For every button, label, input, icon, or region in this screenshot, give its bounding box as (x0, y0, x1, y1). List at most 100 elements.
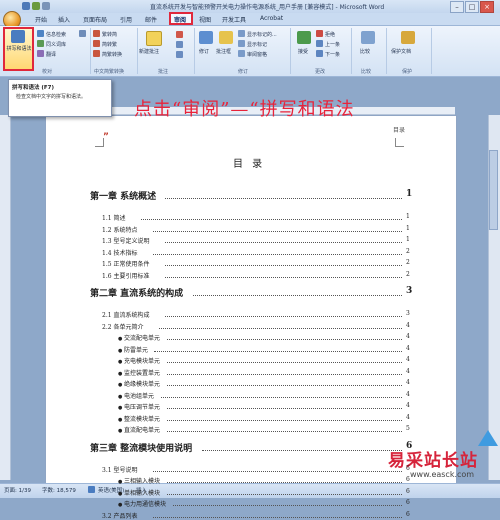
toc-leader-dots (165, 242, 402, 243)
toc-entry-bullet[interactable]: ● 单相输入模块 (118, 488, 160, 497)
previous-change-button[interactable]: 上一条 (325, 41, 340, 48)
reviewing-pane-button[interactable]: 审阅窗格 (247, 51, 267, 58)
maximize-button[interactable]: □ (465, 1, 479, 13)
toc-leader-dots (154, 350, 402, 352)
toc-entry-bullet[interactable]: ● 电力用通信模块 (118, 499, 166, 508)
accept-button[interactable]: 接受 (298, 48, 308, 55)
reject-icon (316, 30, 323, 37)
toc-entry-chapter[interactable]: 第一章 系统概述 (90, 189, 156, 202)
toc-page-number: 4 (406, 321, 410, 329)
toc-leader-dots (152, 516, 402, 518)
track-changes-button[interactable]: 修订 (199, 48, 209, 55)
protect-document-button[interactable]: 保护文档 (391, 48, 411, 55)
show-markup-dropdown[interactable]: 显示标记 (247, 41, 267, 48)
toc-entry-section[interactable]: 3.2 产品列表 (102, 511, 137, 520)
translate-icon (37, 50, 44, 57)
tab-mailings[interactable]: 邮件 (145, 15, 157, 24)
proofing-status-icon[interactable] (88, 486, 95, 493)
toc-entry-bullet[interactable]: ● 充电模块单元 (118, 356, 160, 365)
protect-document-icon (401, 31, 415, 44)
group-label-protect: 保护 (402, 69, 413, 75)
tab-home[interactable]: 开始 (35, 15, 47, 24)
display-for-review-dropdown[interactable]: 显示标记的... (247, 31, 277, 38)
toc-entry-bullet[interactable]: ● 三相输入模块 (118, 476, 160, 485)
status-page[interactable]: 页面: 1/39 (4, 486, 31, 494)
heading-mark: 目录 (393, 127, 406, 134)
next-comment-icon[interactable] (176, 51, 183, 58)
toc-entry-text: 充电模块单元 (123, 358, 160, 365)
translate-button[interactable]: 翻译 (46, 51, 56, 58)
save-icon[interactable] (22, 2, 30, 10)
toc-entry-section[interactable]: 1.3 型号定义说明 (102, 236, 149, 245)
track-changes-icon (199, 31, 213, 44)
toc-entry-bullet[interactable]: ● 电压调节单元 (118, 402, 160, 411)
tab-acrobat[interactable]: Acrobat (260, 15, 283, 22)
vertical-ruler[interactable] (0, 115, 11, 480)
toc-entry-section[interactable]: 1.6 主要引用标准 (102, 271, 149, 280)
tab-review[interactable]: 审阅 (174, 15, 186, 24)
thesaurus-button[interactable]: 同义词库 (46, 41, 66, 48)
toc-leader-dots (159, 327, 402, 329)
scrollbar-thumb[interactable] (489, 150, 498, 230)
toc-entry-section[interactable]: 1.1 简述 (102, 213, 125, 222)
toc-page-number: 4 (406, 367, 410, 375)
thesaurus-icon (37, 40, 44, 47)
toc-leader-dots (165, 265, 402, 266)
compare-button[interactable]: 比较 (360, 48, 370, 55)
toc-leader-dots (166, 408, 402, 409)
toc-leader-dots (166, 362, 402, 363)
toc-page-number: 3 (406, 310, 410, 317)
previous-change-icon (316, 40, 323, 47)
toc-leader-dots (152, 470, 402, 472)
toc-entry-section[interactable]: 2.2 各单元简介 (102, 322, 143, 331)
tab-insert[interactable]: 插入 (58, 15, 70, 24)
close-button[interactable]: × (480, 1, 494, 13)
convert-button[interactable]: 简繁转换 (102, 51, 122, 58)
balloons-icon (219, 31, 233, 44)
status-words[interactable]: 字数: 18,579 (42, 486, 76, 494)
to-traditional-button[interactable]: 简转繁 (102, 41, 117, 48)
show-markup-icon (238, 40, 245, 47)
toc-entry-section[interactable]: 1.5 正常使用条件 (102, 259, 149, 268)
toc-entry-bullet[interactable]: ● 直流配电单元 (118, 425, 160, 434)
toc-entry-chapter[interactable]: 第二章 直流系统的构成 (90, 286, 183, 299)
reject-button[interactable]: 拒绝 (325, 31, 335, 38)
delete-comment-icon[interactable] (176, 31, 183, 38)
undo-icon[interactable] (32, 2, 40, 10)
toc-leader-dots (172, 505, 402, 506)
tooltip-title: 拼写和语法 (F7) (12, 85, 55, 91)
toc-entry-bullet[interactable]: ● 防雷单元 (118, 345, 148, 354)
toc-entry-bullet[interactable]: ● 整流模块单元 (118, 414, 160, 423)
toc-page-number: 4 (406, 344, 410, 352)
toc-entry-chapter[interactable]: 第三章 整流模块使用说明 (90, 441, 192, 454)
toc-leader-dots (166, 419, 402, 421)
tooltip-description: 检查文档中文字的拼写和语法。 (16, 94, 87, 100)
previous-comment-icon[interactable] (176, 41, 183, 48)
toc-entry-bullet[interactable]: ● 监控装置单元 (118, 368, 160, 377)
toc-entry-text: 2.2 各单元简介 (102, 323, 144, 331)
tab-page-layout[interactable]: 页面布局 (83, 15, 107, 24)
toc-entry-section[interactable]: 1.2 系统特点 (102, 225, 137, 234)
compare-icon (361, 31, 375, 44)
balloons-button[interactable]: 批注框 (216, 48, 231, 55)
tab-developer[interactable]: 开发工具 (222, 15, 246, 24)
toc-entry-bullet[interactable]: ● 交流配电单元 (118, 333, 160, 342)
toc-entry-bullet[interactable]: ● 电池组单元 (118, 391, 154, 400)
tab-view[interactable]: 视图 (199, 15, 211, 24)
minimize-button[interactable]: – (450, 1, 464, 13)
word-count-icon[interactable] (79, 30, 86, 37)
convert-icon (93, 50, 100, 57)
tab-references[interactable]: 引用 (120, 15, 132, 24)
toc-entry-section[interactable]: 2.1 直流系统构成 (102, 310, 149, 319)
red-quote-mark: ” (103, 132, 109, 142)
toc-entry-section[interactable]: 3.1 型号说明 (102, 465, 137, 474)
toc-entry-section[interactable]: 1.4 技术指标 (102, 248, 137, 257)
redo-icon[interactable] (42, 2, 50, 10)
research-button[interactable]: 信息检索 (46, 31, 66, 38)
to-simplified-button[interactable]: 繁转简 (102, 31, 117, 38)
new-comment-button[interactable]: 新建批注 (139, 48, 159, 55)
toc-entry-bullet[interactable]: ● 绝缘模块单元 (118, 379, 160, 388)
toc-entry-text: 电池组单元 (123, 392, 154, 400)
next-change-button[interactable]: 下一条 (325, 51, 340, 58)
toc-leader-dots (160, 396, 402, 398)
